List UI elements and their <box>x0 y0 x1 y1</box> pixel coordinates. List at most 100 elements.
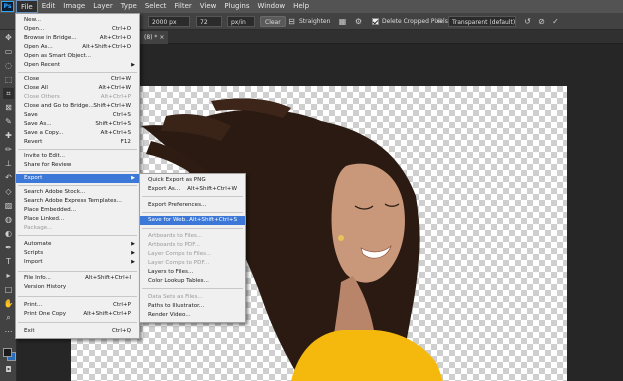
export-menu-item[interactable]: Paths to Illustrator... <box>140 302 245 311</box>
cancel-icon[interactable]: ⊘ <box>536 16 547 27</box>
zoom-tool-icon[interactable]: ⌕ <box>3 312 14 323</box>
width-field[interactable]: 2000 px <box>148 16 190 27</box>
frame-tool-icon[interactable]: ⊠ <box>3 102 14 113</box>
menu-help[interactable]: Help <box>289 0 313 13</box>
menu-view[interactable]: View <box>196 0 221 13</box>
file-menu-item[interactable]: New... <box>16 16 139 25</box>
submenu-arrow-icon: ▶ <box>131 259 135 265</box>
export-menu-item: Data Sets as Files... <box>148 294 203 300</box>
type-tool-icon[interactable]: T <box>3 256 14 267</box>
straighten-label[interactable]: Straighten <box>299 16 330 27</box>
export-menu-item[interactable]: Color Lookup Tables... <box>140 277 245 286</box>
gear-icon[interactable]: ⚙ <box>353 16 364 27</box>
fill-select[interactable]: Transparent (default) <box>448 16 516 27</box>
menu-layer[interactable]: Layer <box>89 0 117 13</box>
file-menu-item[interactable]: Revert F12 <box>16 138 139 147</box>
hand-tool-icon[interactable]: ✋ <box>3 298 14 309</box>
export-menu-item: Artboards to Files... <box>148 233 203 239</box>
file-menu-item[interactable]: Open as Smart Object... <box>16 52 139 61</box>
path-select-icon[interactable]: ▸ <box>3 270 14 281</box>
menu-edit[interactable]: Edit <box>38 0 60 13</box>
submenu-arrow-icon: ▶ <box>131 175 135 181</box>
export-menu-item: Artboards to PDF... <box>148 242 200 248</box>
rectangle-tool-icon[interactable]: □ <box>3 284 14 295</box>
file-menu-dropdown: New... Open... Ctrl+O Browse in Bridge...… <box>15 13 140 339</box>
commit-icon[interactable]: ✓ <box>550 16 561 27</box>
menu-select[interactable]: Select <box>141 0 171 13</box>
clear-button[interactable]: Clear <box>260 16 286 27</box>
menu-file[interactable]: File <box>16 0 38 13</box>
export-menu-item[interactable]: Export Preferences... <box>140 201 245 210</box>
file-menu-item[interactable]: Share for Review <box>16 161 139 170</box>
file-menu-item: Package... <box>24 225 53 231</box>
file-menu-item[interactable]: Open Recent ▶ <box>16 61 139 70</box>
document-tab-title: (8) * <box>144 34 158 41</box>
file-menu-item[interactable]: Close All Alt+Ctrl+W <box>16 84 139 93</box>
close-tab-icon[interactable]: × <box>159 34 164 41</box>
file-menu-item[interactable]: Open... Ctrl+O <box>16 25 139 34</box>
clone-stamp-icon[interactable]: ⊥ <box>3 158 14 169</box>
resolution-field[interactable]: 72 <box>196 16 222 27</box>
menu-type[interactable]: Type <box>117 0 141 13</box>
export-menu-item[interactable]: Layers to Files... <box>140 268 245 277</box>
file-menu-item[interactable]: Close Ctrl+W <box>16 75 139 84</box>
file-menu-item[interactable]: Version History <box>16 283 139 292</box>
blur-tool-icon[interactable]: ◍ <box>3 214 14 225</box>
photoshop-logo: Ps <box>1 1 14 12</box>
file-menu-item[interactable]: Close and Go to Bridge... Shift+Ctrl+W <box>16 102 139 111</box>
file-menu-item[interactable]: Place Linked... <box>16 215 139 224</box>
file-menu-item[interactable]: Save Ctrl+S <box>16 111 139 120</box>
history-brush-icon[interactable]: ↶ <box>3 172 14 183</box>
eyedropper-icon[interactable]: ✎ <box>3 116 14 127</box>
quick-mask-icon[interactable]: ◘ <box>3 364 14 375</box>
file-menu-item[interactable]: File Info... Alt+Shift+Ctrl+I <box>16 274 139 283</box>
file-menu-item[interactable]: Scripts ▶ <box>16 249 139 258</box>
delete-cropped-checkbox[interactable] <box>372 18 379 25</box>
pen-tool-icon[interactable]: ✒ <box>3 242 14 253</box>
export-menu-item[interactable]: Render Video... <box>140 311 245 320</box>
file-menu-item-export[interactable]: Export ▶ <box>16 174 139 183</box>
file-menu-item[interactable]: Exit Ctrl+Q <box>16 327 139 336</box>
file-menu-item[interactable]: Search Adobe Express Templates... <box>16 197 139 206</box>
file-menu-item[interactable]: Print... Ctrl+P <box>16 301 139 310</box>
export-menu-item-save-for-web[interactable]: Save for Web... Alt+Shift+Ctrl+S <box>140 216 245 225</box>
artboard-tool-icon[interactable]: ▭ <box>3 46 14 57</box>
grid-overlay-icon[interactable]: ▦ <box>337 16 348 27</box>
straighten-icon[interactable]: ⊟ <box>286 16 297 27</box>
file-menu-item[interactable]: Save As... Shift+Ctrl+S <box>16 120 139 129</box>
file-menu-item[interactable]: Search Adobe Stock... <box>16 188 139 197</box>
menu-separator <box>18 296 137 297</box>
gradient-tool-icon[interactable]: ▨ <box>3 200 14 211</box>
file-menu-item[interactable]: Invite to Edit... <box>16 152 139 161</box>
healing-brush-icon[interactable]: ✚ <box>3 130 14 141</box>
submenu-arrow-icon: ▶ <box>131 241 135 247</box>
menu-image[interactable]: Image <box>59 0 89 13</box>
foreground-color-swatch[interactable] <box>3 348 12 357</box>
dodge-tool-icon[interactable]: ◐ <box>3 228 14 239</box>
file-menu-item[interactable]: Print One Copy Alt+Shift+Ctrl+P <box>16 310 139 319</box>
file-menu-item[interactable]: Open As... Alt+Shift+Ctrl+O <box>16 43 139 52</box>
file-menu-item[interactable]: Place Embedded... <box>16 206 139 215</box>
menu-separator <box>142 196 243 197</box>
lasso-tool-icon[interactable]: ◌ <box>3 60 14 71</box>
export-menu-item: Layer Comps to Files... <box>148 251 212 257</box>
file-menu-item[interactable]: Browse in Bridge... Alt+Ctrl+O <box>16 34 139 43</box>
resolution-unit-select[interactable]: px/in <box>227 16 255 27</box>
file-menu-item[interactable]: Import ▶ <box>16 258 139 267</box>
crop-tool-icon[interactable]: ⌗ <box>3 88 14 99</box>
document-tab[interactable]: (8) * × <box>140 31 169 44</box>
file-menu-item[interactable]: Save a Copy... Alt+Ctrl+S <box>16 129 139 138</box>
brush-tool-icon[interactable]: ✏ <box>3 144 14 155</box>
menu-separator <box>142 212 243 213</box>
export-menu-item[interactable]: Export As... Alt+Shift+Ctrl+W <box>140 185 245 194</box>
menu-plugins[interactable]: Plugins <box>220 0 253 13</box>
menu-window[interactable]: Window <box>253 0 289 13</box>
reset-icon[interactable]: ↺ <box>522 16 533 27</box>
export-menu-item[interactable]: Quick Export as PNG <box>140 176 245 185</box>
menu-filter[interactable]: Filter <box>170 0 195 13</box>
move-tool-icon[interactable]: ✥ <box>3 32 14 43</box>
eraser-icon[interactable]: ◇ <box>3 186 14 197</box>
more-tools-icon[interactable]: ⋯ <box>3 326 14 337</box>
object-select-icon[interactable]: ⬚ <box>3 74 14 85</box>
file-menu-item[interactable]: Automate ▶ <box>16 240 139 249</box>
